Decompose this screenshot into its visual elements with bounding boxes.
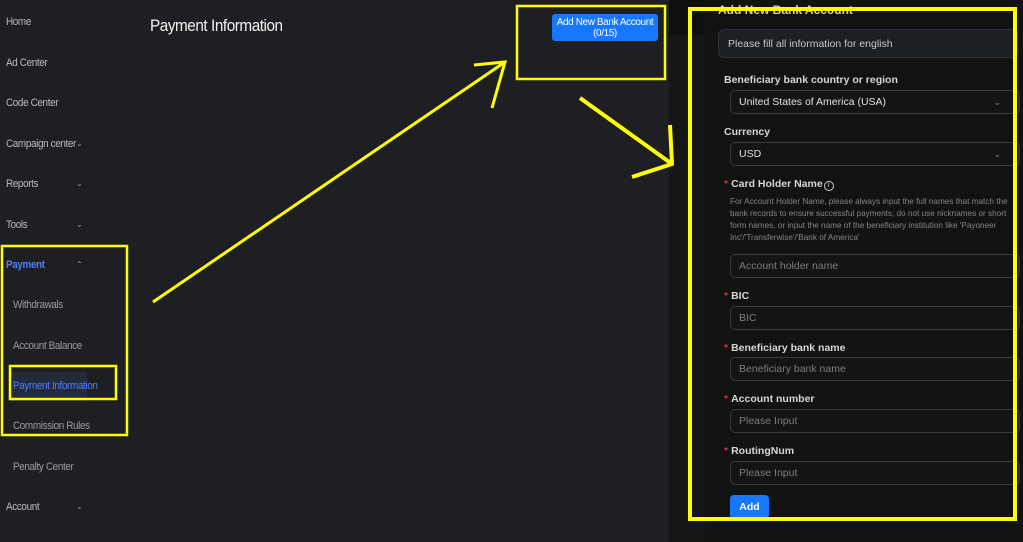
routing-number-label-text: RoutingNum: [731, 445, 795, 457]
bank-name-label-text: Beneficiary bank name: [731, 342, 846, 354]
bank-name-input[interactable]: [730, 357, 1020, 381]
page-title: Payment Information: [150, 16, 283, 35]
chevron-down-icon: ⌄: [993, 148, 1001, 159]
add-button[interactable]: Add: [730, 495, 769, 519]
info-icon[interactable]: i: [823, 181, 834, 191]
sidebar-item-payment-information[interactable]: Payment Information: [13, 380, 98, 392]
sidebar-item-commission-rules[interactable]: Commission Rules: [13, 420, 90, 432]
sidebar-item-ad-center[interactable]: Ad Center: [6, 57, 48, 69]
account-number-label: * Account number: [724, 393, 815, 405]
annotation-arrow-2: [578, 96, 675, 179]
bic-label: * BIC: [724, 290, 749, 302]
sidebar-item-payment[interactable]: Payment: [6, 259, 45, 271]
routing-number-input[interactable]: [730, 461, 1020, 485]
card-holder-label: * Card Holder Name i: [724, 178, 834, 191]
sidebar-item-reports[interactable]: Reports: [6, 178, 39, 190]
bic-input[interactable]: [730, 306, 1020, 330]
chevron-down-icon: ⌄: [993, 96, 1001, 107]
currency-label: Currency: [724, 126, 771, 138]
routing-number-label: * RoutingNum: [724, 445, 794, 457]
info-notice: Please fill all information for english: [718, 29, 1018, 58]
currency-value: USD: [739, 148, 762, 160]
chevron-down-icon: ⌄: [76, 179, 83, 188]
add-new-bank-account-button[interactable]: Add New Bank Account (0/15): [552, 14, 658, 41]
annotation-arrow-1: [152, 60, 508, 304]
required-mark: *: [724, 342, 729, 354]
currency-select[interactable]: USD ⌄: [730, 142, 1020, 166]
required-mark: *: [724, 393, 729, 405]
country-label: Beneficiary bank country or region: [724, 74, 898, 86]
required-mark: *: [724, 445, 729, 457]
sidebar-item-code-center[interactable]: Code Center: [6, 97, 59, 109]
sidebar-item-account-balance[interactable]: Account Balance: [13, 340, 82, 352]
sidebar-item-penalty-center[interactable]: Penalty Center: [13, 461, 74, 473]
required-mark: *: [724, 178, 729, 190]
sidebar-item-home[interactable]: Home: [6, 16, 31, 28]
backdrop-strip: [669, 35, 709, 542]
bank-name-label: * Beneficiary bank name: [724, 342, 845, 354]
required-mark: *: [724, 290, 729, 302]
chevron-down-icon: ⌄: [76, 220, 83, 229]
sidebar-item-account[interactable]: Account: [6, 501, 40, 513]
chevron-down-icon: ⌄: [76, 139, 83, 148]
country-select[interactable]: United States of America (USA) ⌄: [730, 90, 1020, 114]
sidebar-item-withdrawals[interactable]: Withdrawals: [13, 299, 63, 311]
bic-label-text: BIC: [731, 290, 750, 302]
account-number-label-text: Account number: [731, 393, 815, 405]
card-holder-label-text: Card Holder Name: [731, 178, 823, 190]
drawer-title: Add New Bank Account: [718, 3, 853, 17]
card-holder-hint: For Account Holder Name, please always i…: [730, 197, 1008, 242]
chevron-down-icon: ⌄: [76, 502, 83, 511]
account-holder-name-input[interactable]: [730, 254, 1020, 278]
country-value: United States of America (USA): [739, 96, 887, 108]
sidebar: Home Ad Center Code Center Campaign cent…: [0, 0, 140, 542]
sidebar-item-tools[interactable]: Tools: [6, 219, 28, 231]
account-number-input[interactable]: [730, 409, 1020, 433]
chevron-up-icon: ⌃: [76, 260, 83, 269]
sidebar-item-campaign-center[interactable]: Campaign center: [6, 138, 76, 150]
